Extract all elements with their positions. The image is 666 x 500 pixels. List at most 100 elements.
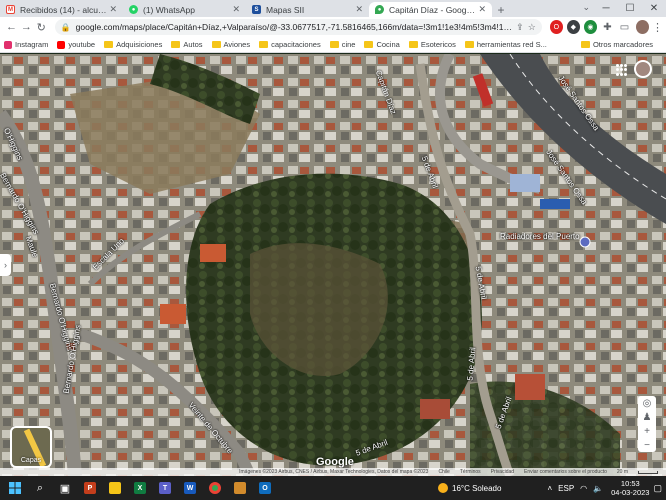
excel-icon[interactable]: X — [129, 477, 151, 499]
sidebar-icon[interactable]: ▭ — [618, 20, 631, 34]
notification-icon[interactable]: ▢ — [653, 483, 662, 494]
expand-side-panel-button[interactable]: › — [0, 254, 11, 276]
chrome-icon[interactable] — [204, 477, 226, 499]
tab-whatsapp[interactable]: ● (1) WhatsApp ✕ — [123, 2, 246, 17]
bookmarks-bar: Instagram youtube Adquisiciones Autos Av… — [0, 37, 666, 53]
address-bar[interactable]: 🔒 google.com/maps/place/Capitán+Díaz,+Va… — [54, 19, 542, 35]
clock[interactable]: 10:53 04-03-2023 — [611, 479, 649, 497]
photos-icon[interactable] — [229, 477, 251, 499]
opera-extension-icon[interactable]: O — [549, 20, 563, 34]
tab-label: Recibidos (14) - alcuapach@gmail.com — [20, 4, 106, 15]
privacy-link[interactable]: Privacidad — [491, 469, 514, 475]
forward-arrow-icon[interactable]: → — [19, 19, 34, 35]
youtube-icon — [57, 40, 66, 49]
lock-icon[interactable]: 🔒 — [61, 23, 71, 32]
folder-icon — [408, 41, 418, 48]
extensions-puzzle-icon[interactable]: ✚ — [601, 20, 614, 34]
bookmark-instagram[interactable]: Instagram — [4, 40, 48, 49]
tab-gmail[interactable]: M Recibidos (14) - alcuapach@gmail.com ✕ — [0, 2, 123, 17]
bookmark-folder-adquisiciones[interactable]: Adquisiciones — [104, 40, 162, 49]
close-icon[interactable]: ✕ — [232, 4, 240, 15]
close-icon[interactable]: ✕ — [478, 4, 486, 15]
terms-link[interactable]: Términos — [460, 469, 481, 475]
scale-bar — [638, 470, 658, 474]
bookmark-star-icon[interactable]: ☆ — [528, 22, 536, 33]
menu-dots-icon[interactable]: ⋮ — [652, 21, 663, 34]
folder-icon — [171, 41, 181, 48]
tab-label: Capitán Díaz - Google Maps — [389, 4, 475, 15]
new-tab-button[interactable]: + — [492, 2, 510, 17]
folder-icon — [104, 41, 114, 48]
bookmark-other[interactable]: Otros marcadores — [580, 40, 653, 49]
powerpoint-icon[interactable]: P — [79, 477, 101, 499]
folder-icon — [211, 41, 221, 48]
wifi-icon[interactable]: ◠ — [580, 484, 587, 493]
bookmark-folder-cine[interactable]: cine — [329, 40, 355, 49]
window-controls: ─ ☐ ✕ — [594, 0, 666, 17]
scale-label[interactable]: 20 m — [617, 469, 628, 475]
system-tray: 16°C Soleado ˄ ESP ◠ 🔈 10:53 04-03-2023 … — [438, 479, 662, 497]
maximize-icon[interactable]: ☐ — [618, 0, 642, 17]
bookmark-folder-aviones[interactable]: Aviones — [211, 40, 250, 49]
pegman-icon[interactable]: ♟ — [638, 410, 656, 424]
tab-search-icon[interactable]: ⌄ — [582, 2, 590, 13]
file-explorer-icon[interactable] — [104, 477, 126, 499]
region-link[interactable]: Chile — [438, 469, 449, 475]
sii-icon: S — [252, 5, 261, 14]
url-text[interactable]: google.com/maps/place/Capitán+Díaz,+Valp… — [76, 22, 513, 32]
chevron-right-icon: › — [4, 260, 7, 270]
gmail-icon: M — [6, 5, 15, 14]
building-roof — [540, 199, 570, 209]
tab-google-maps[interactable]: ● Capitán Díaz - Google Maps ✕ — [369, 2, 492, 17]
bookmark-folder-capacitaciones[interactable]: capacitaciones — [259, 40, 321, 49]
back-arrow-icon[interactable]: ← — [4, 19, 19, 35]
reload-icon[interactable]: ↻ — [34, 19, 49, 35]
satellite-map[interactable]: Bernardo O'Higgins Bernardo O'Higgins Be… — [0, 54, 666, 476]
tab-mapas-sii[interactable]: S Mapas SII ✕ — [246, 2, 369, 17]
bookmark-youtube[interactable]: youtube — [57, 40, 95, 49]
bookmark-folder-autos[interactable]: Autos — [171, 40, 203, 49]
bookmark-folder-herramientas[interactable]: herramientas red S... — [464, 40, 547, 49]
map-attribution: Imágenes ©2023 Airbus, CNES / Airbus, Ma… — [0, 468, 666, 476]
google-apps-icon[interactable] — [616, 64, 628, 76]
bookmark-folder-esotericos[interactable]: Esotericos — [408, 40, 456, 49]
zoom-in-button[interactable]: + — [638, 424, 656, 438]
minimize-icon[interactable]: ─ — [594, 0, 618, 17]
my-location-icon[interactable]: ◎ — [638, 396, 656, 410]
layers-label: Capas — [20, 457, 42, 464]
instagram-icon — [4, 40, 12, 49]
sun-icon — [438, 483, 448, 493]
tab-strip: M Recibidos (14) - alcuapach@gmail.com ✕… — [0, 0, 666, 17]
outlook-icon[interactable]: O — [254, 477, 276, 499]
profile-avatar[interactable] — [635, 20, 649, 34]
close-window-icon[interactable]: ✕ — [642, 0, 666, 17]
bookmark-folder-cocina[interactable]: Cocina — [364, 40, 400, 49]
word-icon[interactable]: W — [179, 477, 201, 499]
feedback-link[interactable]: Enviar comentarios sobre el producto — [524, 469, 607, 475]
volume-icon[interactable]: 🔈 — [593, 484, 603, 493]
folder-icon — [329, 41, 339, 48]
zoom-out-button[interactable]: − — [638, 438, 656, 452]
search-icon[interactable]: ⌕ — [29, 477, 51, 499]
layers-button[interactable]: Capas — [10, 426, 52, 468]
poi-marker-icon[interactable] — [579, 236, 591, 248]
weather-widget[interactable]: 16°C Soleado — [438, 483, 501, 493]
account-avatar[interactable] — [634, 60, 652, 78]
chevron-up-icon[interactable]: ˄ — [547, 484, 552, 493]
windows-start-icon[interactable] — [4, 477, 26, 499]
close-icon[interactable]: ✕ — [109, 4, 117, 15]
folder-icon — [364, 41, 374, 48]
attribution-text: Imágenes ©2023 Airbus, CNES / Airbus, Ma… — [239, 469, 429, 475]
teams-icon[interactable]: T — [154, 477, 176, 499]
building-roof — [510, 174, 540, 192]
google-logo: Google — [316, 456, 354, 468]
share-icon[interactable]: ⇪ — [516, 22, 524, 33]
whatsapp-icon: ● — [129, 5, 138, 14]
task-view-icon[interactable]: ▣ — [54, 477, 76, 499]
green-extension-icon[interactable]: ◉ — [583, 20, 597, 34]
poi-label[interactable]: Radiadores del Puerto — [500, 232, 580, 241]
clock-date: 04-03-2023 — [611, 488, 650, 497]
language-indicator[interactable]: ESP — [558, 484, 574, 493]
close-icon[interactable]: ✕ — [355, 4, 363, 15]
shield-extension-icon[interactable]: ◆ — [566, 20, 580, 34]
